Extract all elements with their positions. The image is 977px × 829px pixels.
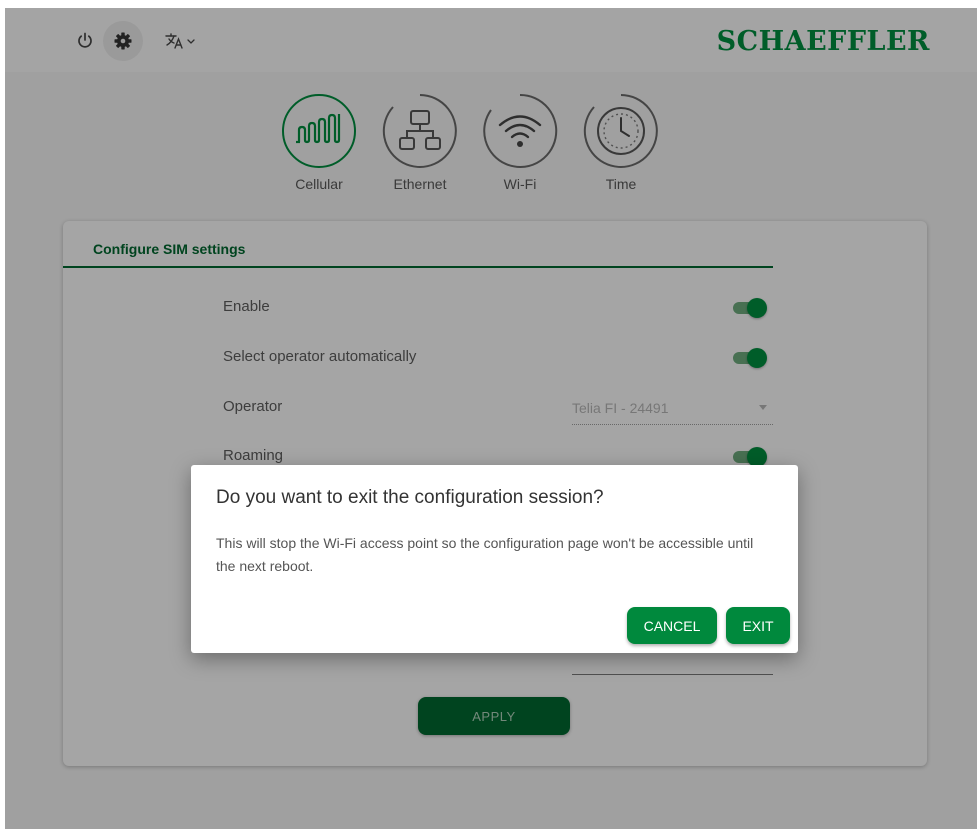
cancel-button[interactable]: CANCEL [627, 607, 717, 644]
modal-backdrop[interactable] [5, 8, 977, 829]
dialog-message: This will stop the Wi-Fi access point so… [216, 535, 754, 574]
app-window: SCHAEFFLER Cellular Ethernet Wi-Fi Time … [5, 8, 977, 829]
exit-button[interactable]: EXIT [726, 607, 790, 644]
exit-confirmation-dialog: Do you want to exit the configuration se… [191, 465, 798, 653]
dialog-title: Do you want to exit the configuration se… [216, 487, 604, 508]
